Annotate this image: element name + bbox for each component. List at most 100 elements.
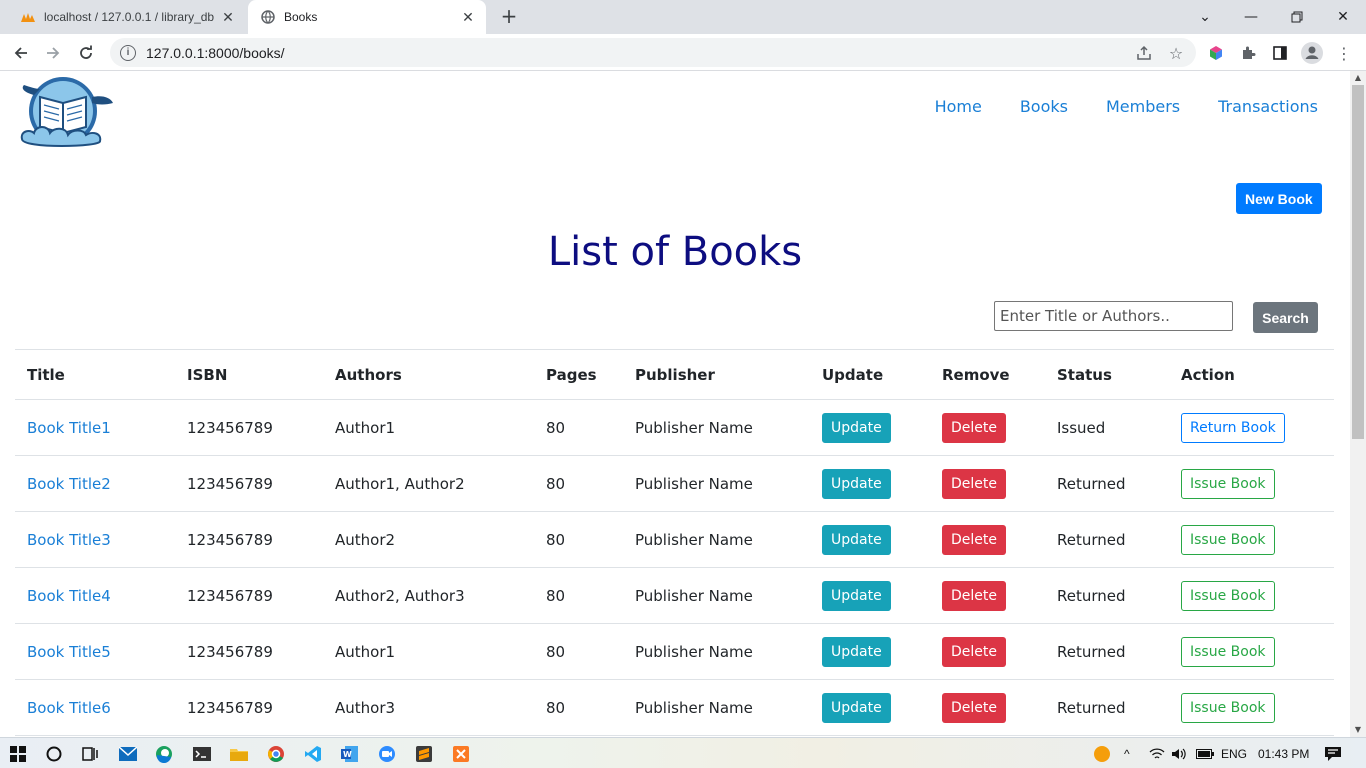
share-icon[interactable]	[1131, 40, 1157, 66]
forward-arrow-icon[interactable]	[40, 40, 66, 66]
nav-home[interactable]: Home	[935, 97, 982, 116]
issue-book-button[interactable]: Issue Book	[1181, 692, 1275, 723]
book-title-link[interactable]: Book Title3	[15, 511, 175, 568]
close-tab-icon[interactable]: ✕	[218, 9, 238, 26]
back-arrow-icon[interactable]	[8, 40, 34, 66]
library-logo[interactable]	[16, 75, 114, 151]
minimize-icon[interactable]: —	[1228, 0, 1274, 34]
delete-button[interactable]: Delete	[942, 468, 1006, 499]
search-circle-icon[interactable]	[44, 744, 64, 764]
clock-time[interactable]: 01:43 PM	[1258, 738, 1310, 768]
terminal-icon[interactable]	[192, 744, 212, 764]
scroll-up-arrow-icon[interactable]: ▲	[1353, 73, 1363, 82]
word-icon[interactable]: W	[340, 744, 360, 764]
scrollbar-thumb[interactable]	[1352, 85, 1364, 439]
nav-books[interactable]: Books	[1020, 97, 1068, 116]
chrome-icon[interactable]	[266, 744, 286, 764]
delete-button[interactable]: Delete	[942, 580, 1006, 611]
sublime-text-icon[interactable]	[414, 744, 434, 764]
restore-icon[interactable]	[1274, 0, 1320, 34]
show-hidden-icons-icon[interactable]: ^	[1124, 738, 1130, 768]
action-cell: Issue Book	[1169, 455, 1334, 512]
remove-cell: Delete	[930, 623, 1045, 680]
bookmark-star-icon[interactable]: ☆	[1163, 40, 1189, 66]
weather-sun-icon[interactable]	[1092, 744, 1112, 764]
delete-button[interactable]: Delete	[942, 524, 1006, 555]
update-button[interactable]: Update	[822, 636, 891, 667]
update-button[interactable]: Update	[822, 692, 891, 723]
pages-cell: 80	[534, 455, 623, 512]
notifications-icon[interactable]	[1324, 738, 1342, 768]
new-tab-icon[interactable]: +	[498, 6, 520, 28]
status-cell: Issued	[1045, 399, 1169, 456]
issue-book-button[interactable]: Issue Book	[1181, 580, 1275, 611]
scroll-down-arrow-icon[interactable]: ▼	[1353, 725, 1363, 734]
new-book-button[interactable]: New Book	[1236, 183, 1322, 214]
close-window-icon[interactable]: ✕	[1320, 0, 1366, 34]
table-row: Book Title3 123456789 Author2 80 Publish…	[15, 511, 1334, 568]
profile-avatar-icon[interactable]	[1299, 40, 1325, 66]
page-scrollbar[interactable]: ▲ ▼	[1350, 71, 1366, 737]
return-book-button[interactable]: Return Book	[1181, 412, 1285, 443]
issue-book-button[interactable]: Issue Book	[1181, 636, 1275, 667]
pages-cell: 80	[534, 679, 623, 736]
book-title-link[interactable]: Book Title4	[15, 567, 175, 624]
header-publisher: Publisher	[623, 349, 810, 400]
publisher-cell: Publisher Name	[623, 511, 810, 568]
search-input[interactable]	[994, 301, 1233, 331]
mail-icon[interactable]	[118, 744, 138, 764]
update-button[interactable]: Update	[822, 468, 891, 499]
edge-browser-icon[interactable]	[154, 744, 174, 764]
publisher-cell: Publisher Name	[623, 623, 810, 680]
main-nav: Home Books Members Transactions	[935, 97, 1318, 116]
update-button[interactable]: Update	[822, 524, 891, 555]
delete-button[interactable]: Delete	[942, 636, 1006, 667]
book-title-link[interactable]: Book Title2	[15, 455, 175, 512]
page-content: Home Books Members Transactions New Book…	[0, 71, 1350, 737]
action-cell: Issue Book	[1169, 511, 1334, 568]
header-title: Title	[15, 349, 175, 400]
book-title-link[interactable]: Book Title1	[15, 399, 175, 456]
book-title-link[interactable]: Book Title6	[15, 679, 175, 736]
menu-kebab-icon[interactable]: ⋮	[1331, 40, 1357, 66]
battery-icon[interactable]	[1196, 738, 1214, 768]
zoom-icon[interactable]	[377, 744, 397, 764]
file-explorer-icon[interactable]	[229, 744, 249, 764]
close-tab-icon[interactable]: ✕	[458, 9, 478, 26]
reload-icon[interactable]	[73, 40, 99, 66]
extension-cube-icon[interactable]	[1203, 40, 1229, 66]
tab-title: localhost / 127.0.0.1 / library_db |	[44, 10, 218, 24]
issue-book-button[interactable]: Issue Book	[1181, 524, 1275, 555]
action-cell: Issue Book	[1169, 567, 1334, 624]
issue-book-button[interactable]: Issue Book	[1181, 468, 1275, 499]
update-cell: Update	[810, 399, 930, 456]
remove-cell: Delete	[930, 679, 1045, 736]
vscode-icon[interactable]	[303, 744, 323, 764]
svg-text:W: W	[343, 750, 352, 759]
wifi-icon[interactable]	[1149, 738, 1165, 768]
update-button[interactable]: Update	[822, 580, 891, 611]
isbn-cell: 123456789	[175, 567, 323, 624]
windows-start-icon[interactable]	[8, 744, 28, 764]
site-info-icon[interactable]: i	[120, 44, 136, 61]
language-indicator[interactable]: ENG	[1221, 738, 1247, 768]
table-row: Book Title2 123456789 Author1, Author2 8…	[15, 455, 1334, 512]
update-button[interactable]: Update	[822, 412, 891, 443]
volume-icon[interactable]	[1171, 738, 1187, 768]
nav-members[interactable]: Members	[1106, 97, 1180, 116]
tab-books[interactable]: Books ✕	[248, 0, 486, 34]
tab-search-icon[interactable]: ⌄	[1182, 0, 1228, 34]
delete-button[interactable]: Delete	[942, 412, 1006, 443]
book-title-link[interactable]: Book Title5	[15, 623, 175, 680]
status-cell: Returned	[1045, 511, 1169, 568]
task-view-icon[interactable]	[80, 744, 100, 764]
tab-phpmyadmin[interactable]: localhost / 127.0.0.1 / library_db | ✕	[8, 0, 246, 34]
address-bar[interactable]: i 127.0.0.1:8000/books/	[110, 38, 1196, 67]
side-panel-icon[interactable]	[1267, 40, 1293, 66]
extensions-puzzle-icon[interactable]	[1235, 40, 1261, 66]
nav-transactions[interactable]: Transactions	[1218, 97, 1318, 116]
xampp-icon[interactable]	[451, 744, 471, 764]
search-button[interactable]: Search	[1253, 302, 1318, 333]
isbn-cell: 123456789	[175, 679, 323, 736]
delete-button[interactable]: Delete	[942, 692, 1006, 723]
